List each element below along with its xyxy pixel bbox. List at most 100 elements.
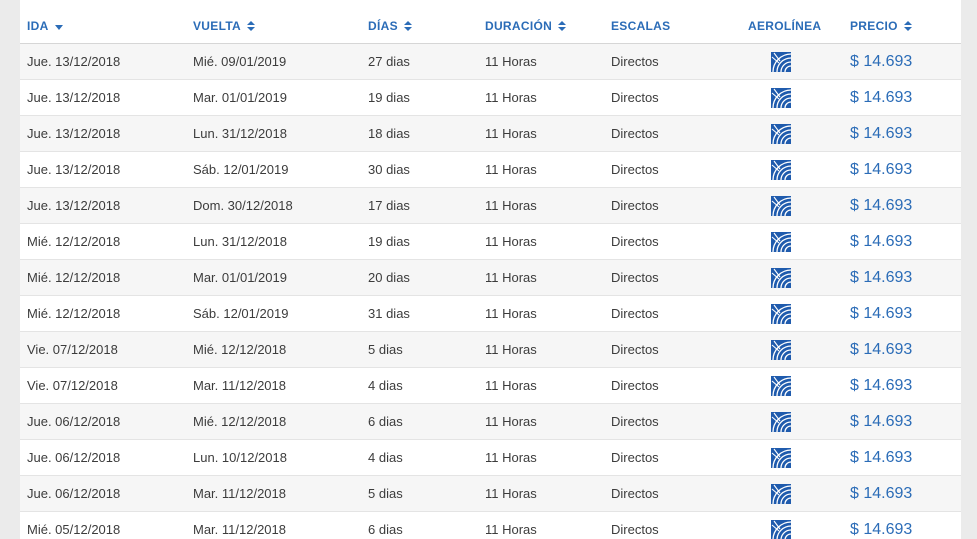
table-row[interactable]: Mié. 12/12/2018 Sáb. 12/01/2019 31 dias 11 … [20, 296, 961, 332]
cell-dias: 5 dias [368, 486, 403, 501]
cell-duracion: 11 Horas [485, 378, 537, 393]
cell-duracion: 11 Horas [485, 54, 537, 69]
column-header-precio[interactable]: PRECIO [850, 19, 912, 33]
cell-ida: Mié. 12/12/2018 [27, 234, 121, 249]
table-row[interactable]: Jue. 06/12/2018 Mié. 12/12/2018 6 dias 11 H… [20, 404, 961, 440]
cell-vuelta: Sáb. 12/01/2019 [193, 162, 289, 177]
table-row[interactable]: Jue. 13/12/2018 Sáb. 12/01/2019 30 dias 11 … [20, 152, 961, 188]
cell-precio[interactable]: $ 14.693 [850, 404, 912, 439]
column-header-vuelta[interactable]: VUELTA [193, 19, 256, 33]
united-airlines-logo-icon [771, 520, 792, 539]
column-header-label: ESCALAS [611, 19, 671, 33]
cell-precio[interactable]: $ 14.693 [850, 224, 912, 259]
column-header-dias[interactable]: DÍAS [368, 19, 412, 33]
cell-duracion: 11 Horas [485, 522, 537, 537]
cell-escalas: Directos [611, 522, 659, 537]
cell-vuelta: Mar. 01/01/2019 [193, 90, 287, 105]
cell-precio[interactable]: $ 14.693 [850, 116, 912, 151]
table-row[interactable]: Jue. 13/12/2018 Mié. 09/01/2019 27 dias 11 … [20, 44, 961, 80]
united-airlines-logo-icon [771, 88, 792, 109]
sort-descending-icon[interactable] [54, 21, 63, 31]
cell-escalas: Directos [611, 234, 659, 249]
table-row[interactable]: Mié. 05/12/2018 Mar. 11/12/2018 6 dias 11 H… [20, 512, 961, 539]
cell-precio[interactable]: $ 14.693 [850, 44, 912, 79]
united-airlines-logo-icon [771, 376, 792, 397]
cell-duracion: 11 Horas [485, 342, 537, 357]
cell-ida: Mié. 12/12/2018 [27, 306, 121, 321]
column-header-label: PRECIO [850, 19, 898, 33]
cell-precio[interactable]: $ 14.693 [850, 368, 912, 403]
column-header-label: AEROLÍNEA [748, 19, 822, 33]
column-header-label: DÍAS [368, 19, 398, 33]
column-header-ida[interactable]: IDA [27, 19, 63, 33]
table-row[interactable]: Jue. 06/12/2018 Mar. 11/12/2018 5 dias 11 H… [20, 476, 961, 512]
united-airlines-logo-icon [771, 124, 792, 145]
table-row[interactable]: Mié. 12/12/2018 Lun. 31/12/2018 19 dias 11 … [20, 224, 961, 260]
cell-ida: Vie. 07/12/2018 [27, 378, 118, 393]
cell-escalas: Directos [611, 450, 659, 465]
cell-precio[interactable]: $ 14.693 [850, 332, 912, 367]
cell-vuelta: Mié. 12/12/2018 [193, 342, 287, 357]
cell-escalas: Directos [611, 378, 659, 393]
cell-dias: 27 dias [368, 54, 410, 69]
cell-ida: Jue. 13/12/2018 [27, 90, 121, 105]
cell-dias: 30 dias [368, 162, 410, 177]
cell-precio[interactable]: $ 14.693 [850, 80, 912, 115]
cell-precio[interactable]: $ 14.693 [850, 296, 912, 331]
cell-precio[interactable]: $ 14.693 [850, 476, 912, 511]
cell-escalas: Directos [611, 270, 659, 285]
cell-ida: Jue. 06/12/2018 [27, 414, 121, 429]
cell-precio[interactable]: $ 14.693 [850, 152, 912, 187]
cell-vuelta: Dom. 30/12/2018 [193, 198, 293, 213]
cell-vuelta: Mar. 11/12/2018 [193, 378, 286, 393]
cell-escalas: Directos [611, 342, 659, 357]
cell-precio[interactable]: $ 14.693 [850, 440, 912, 475]
table-row[interactable]: Jue. 06/12/2018 Lun. 10/12/2018 4 dias 11 H… [20, 440, 961, 476]
sort-icon[interactable] [558, 21, 567, 31]
column-header-duracion[interactable]: DURACIÓN [485, 19, 567, 33]
sort-icon[interactable] [403, 21, 412, 31]
table-row[interactable]: Vie. 07/12/2018 Mar. 11/12/2018 4 dias 11 H… [20, 368, 961, 404]
cell-vuelta: Mié. 12/12/2018 [193, 414, 287, 429]
united-airlines-logo-icon [771, 232, 792, 253]
cell-escalas: Directos [611, 414, 659, 429]
cell-duracion: 11 Horas [485, 270, 537, 285]
cell-dias: 4 dias [368, 378, 403, 393]
table-row[interactable]: Jue. 13/12/2018 Mar. 01/01/2019 19 dias 11 … [20, 80, 961, 116]
cell-precio[interactable]: $ 14.693 [850, 260, 912, 295]
table-row[interactable]: Jue. 13/12/2018 Lun. 31/12/2018 18 dias 11 … [20, 116, 961, 152]
table-row[interactable]: Jue. 13/12/2018 Dom. 30/12/2018 17 dias 11 … [20, 188, 961, 224]
united-airlines-logo-icon [771, 52, 792, 73]
cell-vuelta: Lun. 10/12/2018 [193, 450, 287, 465]
cell-precio[interactable]: $ 14.693 [850, 512, 912, 539]
cell-duracion: 11 Horas [485, 162, 537, 177]
cell-vuelta: Mar. 11/12/2018 [193, 486, 286, 501]
column-header-label: VUELTA [193, 19, 242, 33]
united-airlines-logo-icon [771, 484, 792, 505]
sort-icon[interactable] [903, 21, 912, 31]
cell-escalas: Directos [611, 54, 659, 69]
table-row[interactable]: Vie. 07/12/2018 Mié. 12/12/2018 5 dias 11 H… [20, 332, 961, 368]
cell-escalas: Directos [611, 198, 659, 213]
united-airlines-logo-icon [771, 268, 792, 289]
cell-vuelta: Lun. 31/12/2018 [193, 126, 287, 141]
cell-ida: Mié. 12/12/2018 [27, 270, 121, 285]
cell-duracion: 11 Horas [485, 198, 537, 213]
cell-ida: Vie. 07/12/2018 [27, 342, 118, 357]
cell-escalas: Directos [611, 486, 659, 501]
cell-vuelta: Mar. 11/12/2018 [193, 522, 286, 537]
cell-dias: 6 dias [368, 414, 403, 429]
united-airlines-logo-icon [771, 448, 792, 469]
cell-ida: Jue. 13/12/2018 [27, 54, 121, 69]
table-row[interactable]: Mié. 12/12/2018 Mar. 01/01/2019 20 dias 11 … [20, 260, 961, 296]
sort-icon[interactable] [247, 21, 256, 31]
cell-dias: 17 dias [368, 198, 410, 213]
cell-escalas: Directos [611, 126, 659, 141]
cell-escalas: Directos [611, 90, 659, 105]
cell-precio[interactable]: $ 14.693 [850, 188, 912, 223]
cell-duracion: 11 Horas [485, 486, 537, 501]
cell-duracion: 11 Horas [485, 234, 537, 249]
cell-vuelta: Sáb. 12/01/2019 [193, 306, 289, 321]
cell-ida: Jue. 13/12/2018 [27, 198, 121, 213]
column-header-label: IDA [27, 19, 49, 33]
